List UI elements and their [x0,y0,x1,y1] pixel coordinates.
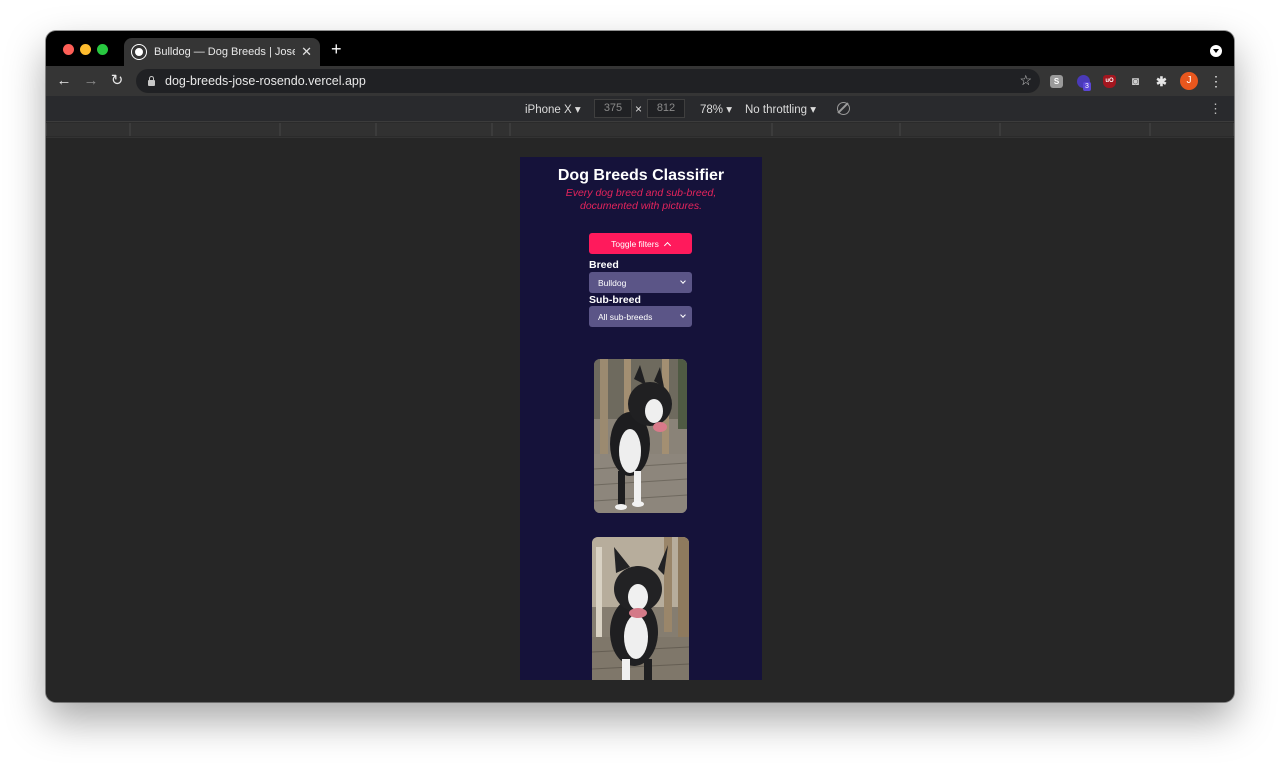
new-tab-button[interactable]: + [331,40,342,58]
media-query-bar[interactable] [510,123,772,136]
toggle-filters-label: Toggle filters [611,238,659,249]
chevron-down-icon [680,312,686,318]
extension-icon[interactable]: S [1050,75,1063,88]
kebab-menu-icon[interactable]: ⋮ [1209,101,1222,117]
media-query-bar[interactable] [900,123,1000,136]
puzzle-icon[interactable]: ✱ [1155,75,1168,88]
zoom-window-button[interactable] [97,44,108,55]
media-query-bar[interactable] [46,123,130,136]
device-toolbar: iPhone X ▾ 375 × 812 78% ▾ No throttling… [46,96,1234,122]
subbreed-select-value: All sub-breeds [598,311,653,322]
browser-window: Bulldog — Dog Breeds | Jose R ✕ + ← → ↻ … [46,31,1234,702]
subbreed-label: Sub-breed [589,294,641,306]
media-query-bar[interactable] [1150,123,1234,136]
dimension-separator: × [635,102,643,116]
breed-select[interactable]: Bulldog [589,272,692,293]
media-query-bar[interactable] [772,123,900,136]
url-text[interactable]: dog-breeds-jose-rosendo.vercel.app [165,74,366,88]
lock-icon[interactable] [148,76,155,86]
viewport-height-input[interactable]: 812 [647,99,685,118]
page-title: Dog Breeds Classifier [557,167,725,184]
ublock-icon[interactable]: uO [1103,75,1116,88]
tab-search-icon[interactable] [1210,45,1222,57]
dog-image[interactable] [594,359,687,513]
device-viewport-area: Dog Breeds Classifier Every dog breed an… [46,138,1234,702]
dog-image[interactable] [592,537,689,680]
forward-arrow-icon[interactable]: → [82,72,100,90]
kebab-menu-icon[interactable]: ⋮ [1209,71,1223,91]
device-select[interactable]: iPhone X ▾ [525,102,581,116]
favicon-icon [131,44,147,60]
tab-title: Bulldog — Dog Breeds | Jose R [154,46,296,58]
browser-toolbar: ← → ↻ dog-breeds-jose-rosendo.vercel.app… [46,66,1234,96]
rotate-icon[interactable] [837,102,850,115]
breed-label: Breed [589,259,619,271]
page-subtitle: Every dog breed and sub-breed, documente… [565,187,717,212]
chevron-down-icon [680,278,686,284]
media-query-bar[interactable] [1000,123,1150,136]
tab-active[interactable]: Bulldog — Dog Breeds | Jose R ✕ [124,38,320,66]
chevron-up-icon [663,241,671,249]
media-query-bar[interactable] [280,123,376,136]
toggle-filters-button[interactable]: Toggle filters [589,233,692,254]
zoom-select[interactable]: 78% ▾ [700,102,732,116]
media-query-ruler [46,122,1234,138]
tab-close-icon[interactable]: ✕ [301,44,312,60]
star-icon[interactable]: ☆ [1019,72,1032,89]
address-bar[interactable]: dog-breeds-jose-rosendo.vercel.app ☆ [136,69,1040,93]
avatar[interactable]: J [1180,72,1198,90]
media-query-bar[interactable] [492,123,510,136]
camera-icon[interactable]: ◙ [1129,75,1142,88]
close-window-button[interactable] [63,44,74,55]
reload-icon[interactable]: ↻ [108,72,126,90]
media-query-bar[interactable] [376,123,492,136]
minimize-window-button[interactable] [80,44,91,55]
throttling-select[interactable]: No throttling ▾ [745,102,816,116]
media-query-bar[interactable] [130,123,280,136]
mobile-viewport: Dog Breeds Classifier Every dog breed an… [520,157,762,680]
extension-badge: 3 [1083,82,1091,91]
viewport-width-input[interactable]: 375 [594,99,632,118]
tab-strip: Bulldog — Dog Breeds | Jose R ✕ + [46,31,1234,66]
back-arrow-icon[interactable]: ← [55,72,73,90]
breed-select-value: Bulldog [598,277,627,288]
subbreed-select[interactable]: All sub-breeds [589,306,692,327]
